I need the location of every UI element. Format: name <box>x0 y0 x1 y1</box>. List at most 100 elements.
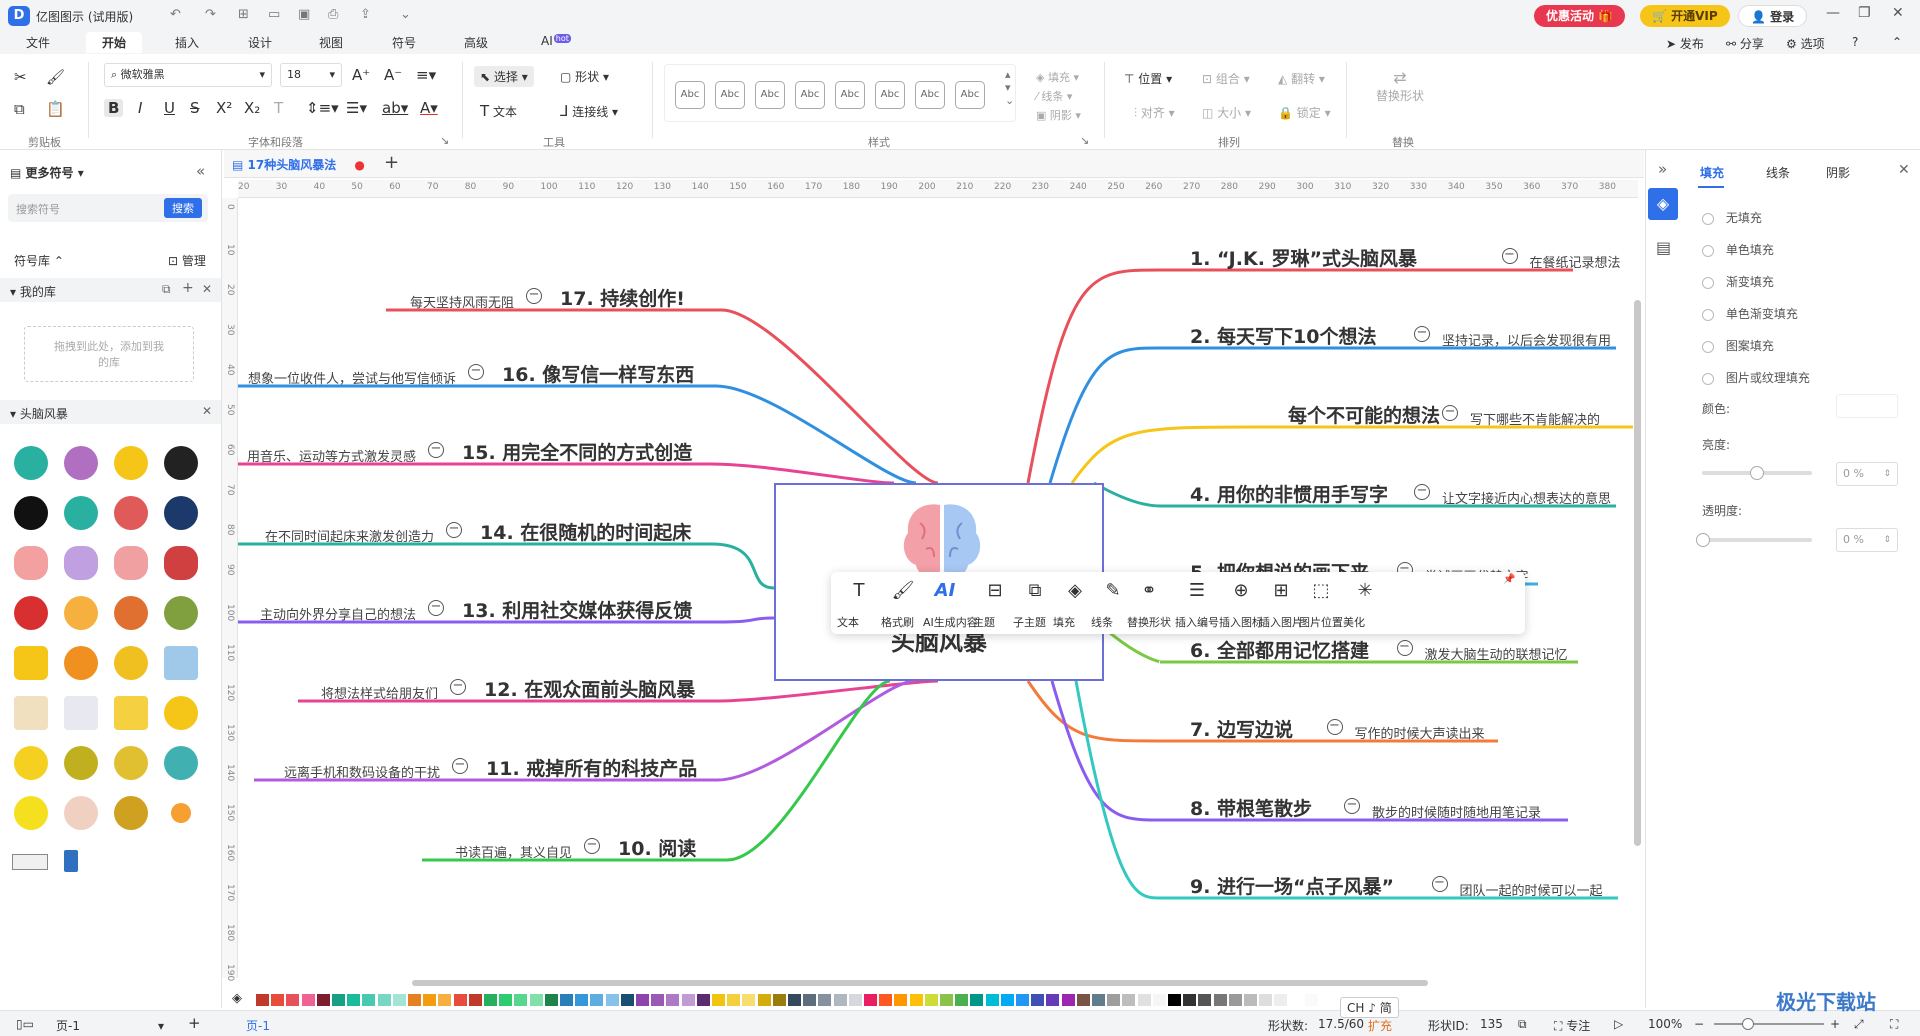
italic-icon[interactable]: I <box>138 99 142 117</box>
fit-page-icon[interactable]: ⤢ <box>1854 1017 1864 1032</box>
color-swatch[interactable] <box>560 994 573 1006</box>
subtopic-note[interactable]: 写作的时候大声读出来 <box>1355 723 1485 742</box>
close-window-icon[interactable]: ✕ <box>1892 5 1904 21</box>
magnifier-icon[interactable] <box>114 796 148 830</box>
phone-icon[interactable] <box>64 850 78 872</box>
cut-icon[interactable]: ✂ <box>14 68 27 86</box>
color-swatch[interactable] <box>256 994 269 1006</box>
head-lightbulb-icon[interactable] <box>14 446 48 480</box>
paste-icon[interactable]: 📋 <box>46 100 65 118</box>
float-replace-shape-button[interactable]: ⚭ 替换形状 <box>1127 572 1181 634</box>
increase-font-icon[interactable]: A⁺ <box>352 66 370 84</box>
collapse-panel-icon[interactable]: « <box>196 162 205 180</box>
font-size-select[interactable]: 18 ▾ <box>280 63 342 87</box>
color-swatch[interactable] <box>1289 994 1303 1006</box>
new-tab-icon[interactable]: + <box>384 152 399 173</box>
select-tool-button[interactable]: ⬉ 选择 ▾ <box>474 66 534 87</box>
subtopic-note[interactable]: 书读百遍，其义自见 <box>455 842 572 861</box>
page-list-icon[interactable]: ▯▭ <box>16 1017 34 1031</box>
lightbulb-gear-icon[interactable] <box>64 746 98 780</box>
add-page-icon[interactable]: + <box>188 1014 201 1032</box>
gears-red-icon[interactable] <box>14 596 48 630</box>
style-swatch[interactable]: Abc <box>915 81 945 109</box>
topic-title[interactable]: 4. 用你的非惯用手写字 <box>1190 480 1388 507</box>
color-swatch[interactable] <box>681 994 695 1006</box>
color-swatch[interactable] <box>423 994 437 1006</box>
vertical-scrollbar[interactable] <box>1634 300 1641 846</box>
color-swatch[interactable] <box>1168 994 1181 1006</box>
color-swatch[interactable] <box>529 994 543 1006</box>
color-swatch[interactable] <box>940 994 953 1006</box>
shadow-button[interactable]: ▣ 阴影 ▾ <box>1036 106 1081 125</box>
copy-icon[interactable]: ⧉ <box>14 100 25 118</box>
color-swatch[interactable] <box>620 994 634 1006</box>
color-swatch[interactable] <box>1183 994 1197 1006</box>
focus-mode-button[interactable]: ⛶ 专注 <box>1554 1017 1590 1034</box>
color-swatch[interactable] <box>879 994 893 1006</box>
collapse-icon[interactable]: − <box>1431 876 1448 892</box>
color-swatch[interactable] <box>1046 994 1060 1006</box>
bullet-list-icon[interactable]: ☰▾ <box>346 99 367 117</box>
gallery-scroll-icon[interactable]: ▴ ▾ ⌄ <box>1005 68 1014 107</box>
color-swatch[interactable] <box>301 994 315 1006</box>
color-swatch[interactable] <box>514 994 528 1006</box>
subtopic-note[interactable]: 激发大脑生动的联想记忆 <box>1425 644 1568 663</box>
collapse-icon[interactable]: − <box>452 758 468 774</box>
color-swatch[interactable] <box>772 994 786 1006</box>
topic-title[interactable]: 15. 用完全不同的方式创造 <box>462 438 692 465</box>
bold-icon[interactable]: B <box>104 99 124 117</box>
export-icon[interactable]: ⇪ <box>360 7 371 22</box>
color-swatch[interactable] <box>1031 994 1045 1006</box>
subscript-icon[interactable]: X₂ <box>244 99 260 117</box>
plant-hand-icon[interactable] <box>164 746 198 780</box>
layers-icon[interactable]: ⧉ <box>1518 1017 1527 1032</box>
pin-icon[interactable]: 📌 <box>1503 574 1515 585</box>
color-swatch[interactable] <box>377 994 391 1006</box>
color-swatch[interactable] <box>468 994 482 1006</box>
color-swatch[interactable] <box>605 994 619 1006</box>
head-bulb-teal-icon[interactable] <box>64 496 98 530</box>
flip-button[interactable]: ◭ 翻转 ▾ <box>1278 70 1325 87</box>
color-swatch[interactable] <box>1213 994 1227 1006</box>
fill-option-picture[interactable]: 图片或纹理填充 <box>1702 362 1810 394</box>
customize-quick-access-icon[interactable]: ⌄ <box>400 7 411 22</box>
float-ai-button[interactable]: AI AI生成内容 <box>923 572 978 634</box>
close-icon[interactable]: ✕ <box>202 282 212 296</box>
save-icon[interactable]: ▣ <box>298 7 310 22</box>
style-swatch[interactable]: Abc <box>955 81 985 109</box>
search-input[interactable]: 搜索符号 <box>16 201 60 217</box>
topic-title[interactable]: 13. 利用社交媒体获得反馈 <box>462 596 692 623</box>
subtopic-note[interactable]: 写下哪些不肯能解决的 <box>1470 409 1600 428</box>
fill-format-icon[interactable]: ◈ <box>1648 188 1678 220</box>
subtopic-note[interactable]: 散步的时候随时随地用笔记录 <box>1372 802 1541 821</box>
replace-shape-button[interactable]: ⇄ 替换形状 <box>1376 68 1424 104</box>
style-swatch[interactable]: Abc <box>675 81 705 109</box>
highlight-icon[interactable]: ab▾ <box>382 99 408 117</box>
color-swatch[interactable] <box>544 994 558 1006</box>
topic-title[interactable]: 7. 边写边说 <box>1190 715 1293 742</box>
collapse-icon[interactable]: − <box>584 838 600 854</box>
topic-title[interactable]: 16. 像写信一样写东西 <box>502 360 694 387</box>
size-button[interactable]: ◫ 大小 ▾ <box>1202 104 1251 121</box>
fill-option-gradient[interactable]: 渐变填充 <box>1702 266 1810 298</box>
collapse-icon[interactable]: − <box>1396 640 1413 656</box>
collapse-icon[interactable]: − <box>1414 326 1430 342</box>
line-button[interactable]: ⁄ 线条 ▾ <box>1036 87 1081 106</box>
color-swatch[interactable] <box>651 994 665 1006</box>
topic-title[interactable]: 2. 每天写下10个想法 <box>1190 322 1377 349</box>
topic-title[interactable]: 17. 持续创作! <box>560 284 685 311</box>
color-swatch[interactable] <box>1304 994 1318 1006</box>
close-panel-icon[interactable]: ✕ <box>1898 162 1910 178</box>
small-bulb-icon[interactable] <box>171 803 191 823</box>
speech-bubbles-icon[interactable] <box>14 646 48 680</box>
checklist-icon[interactable] <box>14 696 48 730</box>
color-swatch[interactable] <box>1137 994 1151 1006</box>
color-swatch[interactable] <box>271 994 285 1006</box>
format-painter-icon[interactable]: 🖌 <box>46 68 65 86</box>
collapse-icon[interactable]: − <box>428 600 444 616</box>
collapse-icon[interactable]: − <box>1414 484 1430 500</box>
align-button[interactable]: ⫶ 对齐 ▾ <box>1134 104 1175 121</box>
color-swatch[interactable] <box>1274 994 1288 1006</box>
color-swatch[interactable] <box>757 994 771 1006</box>
topic-title[interactable]: 每个不可能的想法 <box>1288 401 1440 428</box>
